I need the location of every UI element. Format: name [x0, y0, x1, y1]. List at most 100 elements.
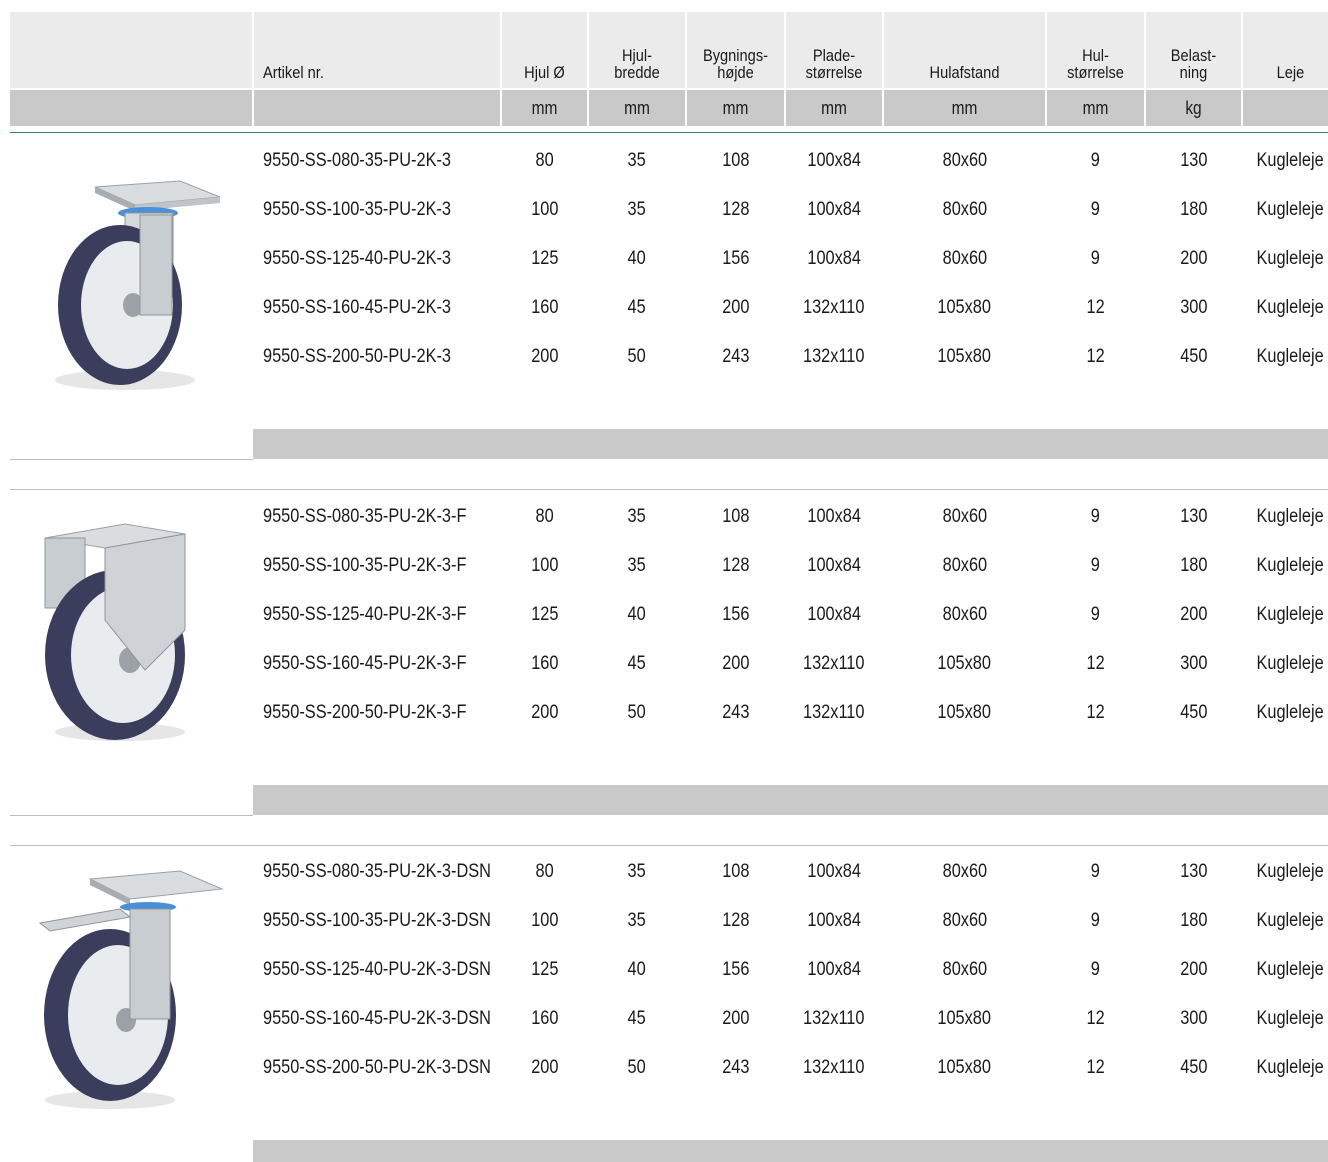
table-row: 9550-SS-125-40-PU-2K-3-F 125 40 156 100x84 80… [0, 590, 1328, 639]
table-row: 9550-SS-125-40-PU-2K-3-DSN 125 40 156 100x84… [0, 945, 1328, 994]
cell-plade: 132x110 [803, 297, 865, 319]
cell-hul: 9 [1090, 198, 1101, 220]
cell-bredde: 35 [627, 554, 647, 576]
group-divider [10, 489, 1328, 490]
cell-hjul: 125 [530, 247, 559, 269]
cell-plade: 132x110 [803, 346, 865, 368]
cell-belast: 300 [1179, 653, 1208, 675]
cell-belast: 180 [1179, 909, 1208, 931]
cell-leje: Kugleleje [1256, 198, 1325, 220]
cell-artikel: 9550-SS-100-35-PU-2K-3-DSN [263, 909, 491, 931]
cell-bredde: 50 [627, 346, 647, 368]
cell-plade: 132x110 [803, 702, 865, 724]
cell-artikel: 9550-SS-160-45-PU-2K-3-DSN [263, 1008, 491, 1030]
cell-bredde: 35 [627, 198, 647, 220]
header-divider [10, 132, 1328, 133]
unit-bredde: mm [624, 97, 650, 118]
cell-leje: Kugleleje [1256, 1057, 1325, 1079]
unit-belast: kg [1185, 97, 1202, 118]
cell-hulafstand: 105x80 [937, 653, 992, 675]
col-header-hoejde: Bygnings- højde [702, 46, 769, 82]
cell-plade: 132x110 [803, 653, 865, 675]
cell-hjul: 100 [530, 198, 559, 220]
cell-bredde: 40 [627, 958, 647, 980]
cell-hoejde: 108 [721, 149, 750, 171]
cell-leje: Kugleleje [1256, 554, 1325, 576]
cell-hulafstand: 80x60 [942, 198, 987, 220]
cell-belast: 200 [1179, 958, 1208, 980]
unit-hulafstand: mm [951, 97, 978, 118]
group-footer-bar [253, 1140, 1328, 1162]
cell-hjul: 200 [530, 1057, 559, 1079]
cell-hul: 12 [1086, 702, 1105, 724]
cell-plade: 100x84 [807, 860, 861, 882]
table-row: 9550-SS-080-35-PU-2K-3-DSN 80 35 108 100x84 8… [0, 847, 1328, 896]
cell-plade: 100x84 [807, 958, 861, 980]
cell-artikel: 9550-SS-200-50-PU-2K-3-DSN [263, 1057, 491, 1079]
cell-leje: Kugleleje [1256, 1008, 1325, 1030]
cell-hul: 12 [1086, 346, 1105, 368]
cell-belast: 180 [1179, 198, 1208, 220]
cell-leje: Kugleleje [1256, 603, 1325, 625]
cell-hoejde: 243 [721, 346, 750, 368]
cell-hoejde: 128 [721, 198, 750, 220]
cell-belast: 130 [1179, 860, 1208, 882]
cell-hul: 9 [1090, 909, 1101, 931]
table-row: 9550-SS-200-50-PU-2K-3-DSN 200 50 243 132x11… [0, 1044, 1328, 1093]
unit-hul: mm [1082, 97, 1109, 118]
cell-artikel: 9550-SS-125-40-PU-2K-3-DSN [263, 958, 491, 980]
cell-bredde: 35 [627, 909, 647, 931]
table-row: 9550-SS-100-35-PU-2K-3-F 100 35 128 100x84 80… [0, 541, 1328, 590]
cell-hul: 9 [1090, 247, 1101, 269]
cell-hul: 9 [1090, 505, 1101, 527]
cell-artikel: 9550-SS-200-50-PU-2K-3-F [263, 702, 467, 724]
cell-belast: 450 [1179, 1057, 1208, 1079]
cell-bredde: 45 [627, 297, 647, 319]
cell-plade: 100x84 [807, 505, 861, 527]
cell-hoejde: 200 [721, 1008, 750, 1030]
cell-belast: 450 [1179, 346, 1208, 368]
cell-hulafstand: 105x80 [937, 346, 992, 368]
cell-belast: 300 [1179, 1008, 1208, 1030]
cell-bredde: 50 [627, 702, 647, 724]
col-header-plade: Plade- størrelse [805, 46, 863, 82]
cell-plade: 132x110 [803, 1057, 865, 1079]
cell-hoejde: 128 [721, 554, 750, 576]
unit-hoejde: mm [722, 97, 749, 118]
col-header-hulafstand: Hulafstand [929, 63, 1000, 82]
table-row: 9550-SS-125-40-PU-2K-3 125 40 156 100x84 80x6… [0, 234, 1328, 283]
cell-hul: 9 [1090, 860, 1101, 882]
cell-hoejde: 243 [721, 1057, 750, 1079]
cell-artikel: 9550-SS-160-45-PU-2K-3-F [263, 653, 467, 675]
cell-hoejde: 200 [721, 653, 750, 675]
cell-hulafstand: 80x60 [942, 603, 987, 625]
cell-belast: 300 [1179, 297, 1208, 319]
cell-plade: 100x84 [807, 149, 861, 171]
cell-bredde: 40 [627, 603, 647, 625]
col-header-belast: Belast- ning [1170, 46, 1217, 82]
group-footer-bar [253, 785, 1328, 815]
cell-artikel: 9550-SS-125-40-PU-2K-3-F [263, 603, 467, 625]
cell-plade: 100x84 [807, 603, 861, 625]
unit-plade: mm [821, 97, 847, 118]
unit-hjul: mm [531, 97, 558, 118]
col-header-hul: Hul- størrelse [1067, 46, 1124, 82]
table-row: 9550-SS-160-45-PU-2K-3-F 160 45 200 132x110 1… [0, 640, 1328, 689]
cell-hoejde: 156 [721, 958, 750, 980]
cell-belast: 130 [1179, 505, 1208, 527]
cell-leje: Kugleleje [1256, 346, 1325, 368]
cell-hulafstand: 105x80 [937, 1008, 992, 1030]
cell-leje: Kugleleje [1256, 909, 1325, 931]
cell-bredde: 35 [627, 860, 647, 882]
cell-leje: Kugleleje [1256, 653, 1325, 675]
cell-hulafstand: 80x60 [942, 958, 987, 980]
cell-hoejde: 156 [721, 247, 750, 269]
col-header-leje: Leje [1276, 63, 1305, 82]
cell-bredde: 40 [627, 247, 647, 269]
table-row: 9550-SS-080-35-PU-2K-3-F 80 35 108 100x84 80x… [0, 492, 1328, 541]
cell-hjul: 160 [530, 1008, 559, 1030]
cell-hulafstand: 105x80 [937, 702, 992, 724]
cell-hul: 9 [1090, 603, 1101, 625]
cell-plade: 100x84 [807, 909, 861, 931]
cell-hul: 9 [1090, 554, 1101, 576]
